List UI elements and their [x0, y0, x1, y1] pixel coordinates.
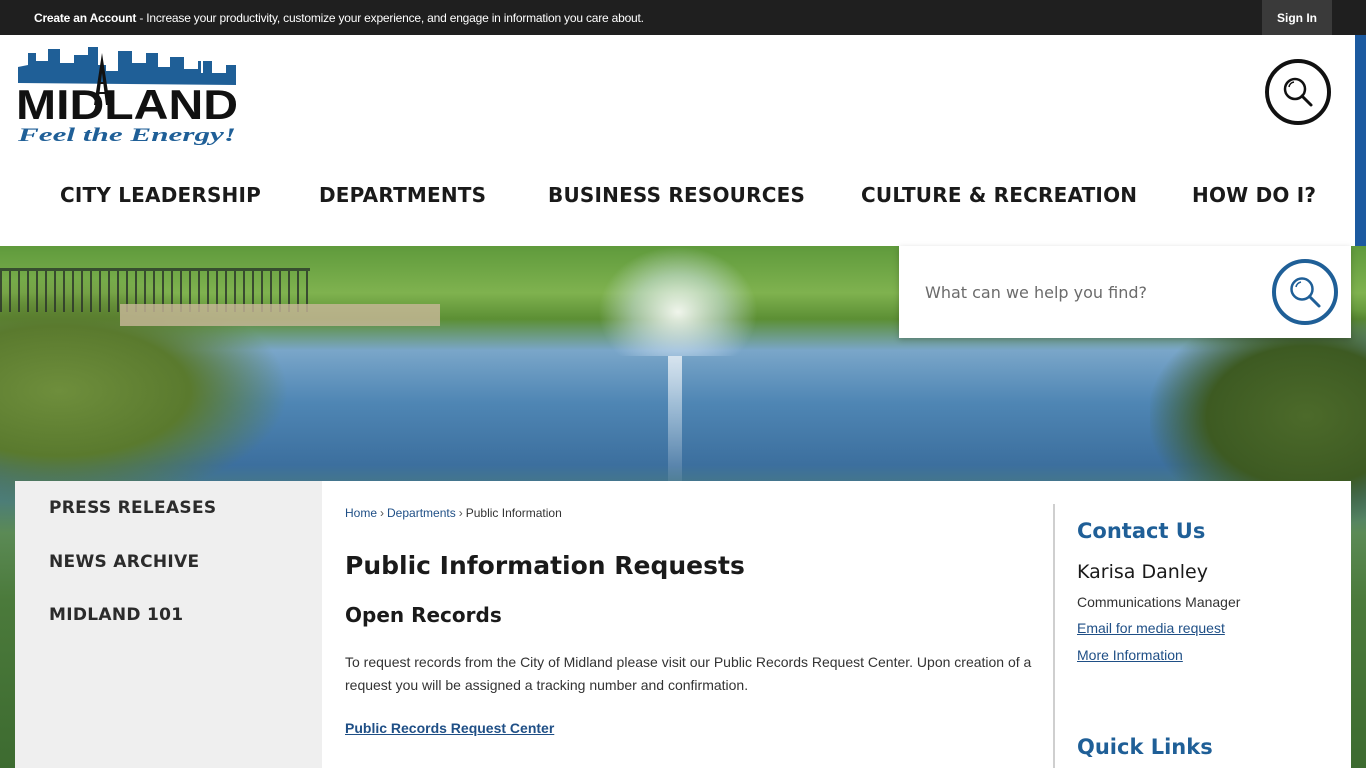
main-navigation: CITY LEADERSHIP DEPARTMENTS BUSINESS RES… [0, 183, 1355, 213]
header-search-button[interactable] [1265, 59, 1331, 125]
breadcrumb-separator: › [458, 506, 463, 520]
nav-culture-recreation[interactable]: CULTURE & RECREATION [861, 183, 1137, 207]
page-title: Public Information Requests [345, 551, 745, 580]
body-paragraph: To request records from the City of Midl… [345, 654, 1032, 693]
search-icon [1290, 277, 1321, 308]
midland-logo[interactable]: MIDLAND Feel the Energy! [14, 43, 242, 147]
nav-departments[interactable]: DEPARTMENTS [319, 183, 486, 207]
contact-role: Communications Manager [1077, 594, 1241, 610]
email-media-link[interactable]: Email for media request [1077, 620, 1225, 636]
breadcrumb-home[interactable]: Home [345, 506, 377, 520]
edge-accent-strip [1355, 35, 1366, 246]
sidebar-item-press-releases[interactable]: PRESS RELEASES [49, 498, 216, 518]
top-bar: Create an Account - Increase your produc… [0, 0, 1366, 35]
breadcrumb-current: Public Information [465, 506, 562, 520]
contact-name: Karisa Danley [1077, 561, 1208, 583]
more-information-link[interactable]: More Information [1077, 647, 1183, 663]
sidebar: PRESS RELEASES NEWS ARCHIVE MIDLAND 101 [15, 481, 322, 768]
search-icon [1283, 77, 1313, 107]
sidebar-item-news-archive[interactable]: NEWS ARCHIVE [49, 552, 199, 572]
nav-city-leadership[interactable]: CITY LEADERSHIP [60, 183, 261, 207]
breadcrumb-separator: › [380, 506, 385, 520]
logo-name-text: MIDLAND [16, 81, 238, 128]
public-records-link[interactable]: Public Records Request Center [345, 720, 554, 736]
section-subtitle: Open Records [345, 603, 502, 627]
create-account-link[interactable]: Create an Account [34, 11, 136, 25]
column-divider [1053, 504, 1055, 768]
account-message: Create an Account - Increase your produc… [34, 11, 644, 25]
logo-tagline-text: Feel the Energy! [16, 125, 236, 146]
quick-links-heading: Quick Links [1077, 735, 1213, 759]
contact-sidebar: Contact Us Karisa Danley Communications … [1077, 481, 1337, 768]
account-message-text: - Increase your productivity, customize … [136, 11, 644, 25]
breadcrumb-departments[interactable]: Departments [387, 506, 456, 520]
content-panel: PRESS RELEASES NEWS ARCHIVE MIDLAND 101 … [15, 481, 1351, 768]
sidebar-item-midland-101[interactable]: MIDLAND 101 [49, 605, 183, 625]
site-header: MIDLAND Feel the Energy! CITY LEADERSHIP… [0, 35, 1355, 246]
nav-business-resources[interactable]: BUSINESS RESOURCES [548, 183, 805, 207]
contact-heading: Contact Us [1077, 519, 1206, 543]
site-search [899, 246, 1351, 338]
sign-in-button[interactable]: Sign In [1262, 0, 1332, 35]
main-content: Home › Departments › Public Information Publ… [345, 481, 1035, 768]
breadcrumb: Home › Departments › Public Information [345, 506, 562, 520]
search-input[interactable] [925, 278, 1255, 306]
search-submit-button[interactable] [1272, 259, 1338, 325]
fountain-spray [598, 246, 758, 356]
nav-how-do-i[interactable]: HOW DO I? [1192, 183, 1316, 207]
